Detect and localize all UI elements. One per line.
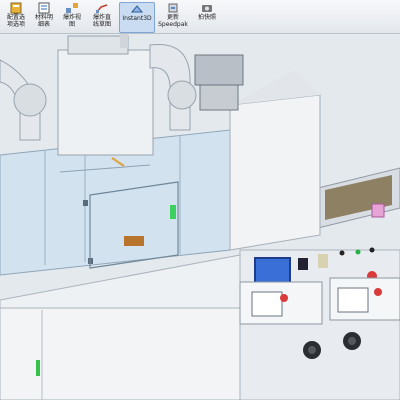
speedpak-button[interactable]: 更新 Speedpak (155, 2, 191, 31)
bom-icon (38, 2, 50, 14)
options-button[interactable]: 配置选 项选项 (2, 2, 30, 31)
snapshot-label: 拍快照 (197, 14, 216, 21)
explode-line-sketch-icon (96, 4, 108, 13)
snapshot-icon (202, 5, 212, 12)
graphics-area[interactable] (0, 34, 400, 400)
instant3d-label: Instant3D (122, 15, 152, 22)
explode-line-sketch-button[interactable]: 爆炸直 线草图 (86, 2, 118, 31)
explode-view-label: 爆炸视 图 (62, 14, 81, 28)
drawer-left[interactable] (239, 281, 323, 325)
fan-motor[interactable] (194, 54, 244, 111)
instant3d-button[interactable]: Instant3D (119, 2, 155, 33)
speedpak-icon (168, 3, 178, 13)
drawer-right[interactable] (329, 277, 400, 321)
instant3d-icon (130, 5, 144, 13)
exhaust-hood[interactable] (57, 34, 154, 156)
snapshot-button[interactable]: 拍快照 (193, 2, 221, 31)
command-manager-toolbar: 配置选 项选项 材料明 细表 爆炸视 图 爆炸直 线草图 Instant3D 更… (0, 0, 400, 34)
bom-button[interactable]: 材料明 细表 (30, 2, 58, 31)
options-icon (10, 2, 22, 14)
explode-view-icon (66, 3, 78, 13)
bom-label: 材料明 细表 (34, 14, 53, 28)
options-label: 配置选 项选项 (6, 14, 25, 28)
explode-line-sketch-label: 爆炸直 线草图 (92, 14, 111, 28)
machine-3d-model[interactable] (0, 34, 400, 400)
explode-view-button[interactable]: 爆炸视 图 (58, 2, 86, 31)
speedpak-label: 更新 Speedpak (158, 14, 188, 28)
